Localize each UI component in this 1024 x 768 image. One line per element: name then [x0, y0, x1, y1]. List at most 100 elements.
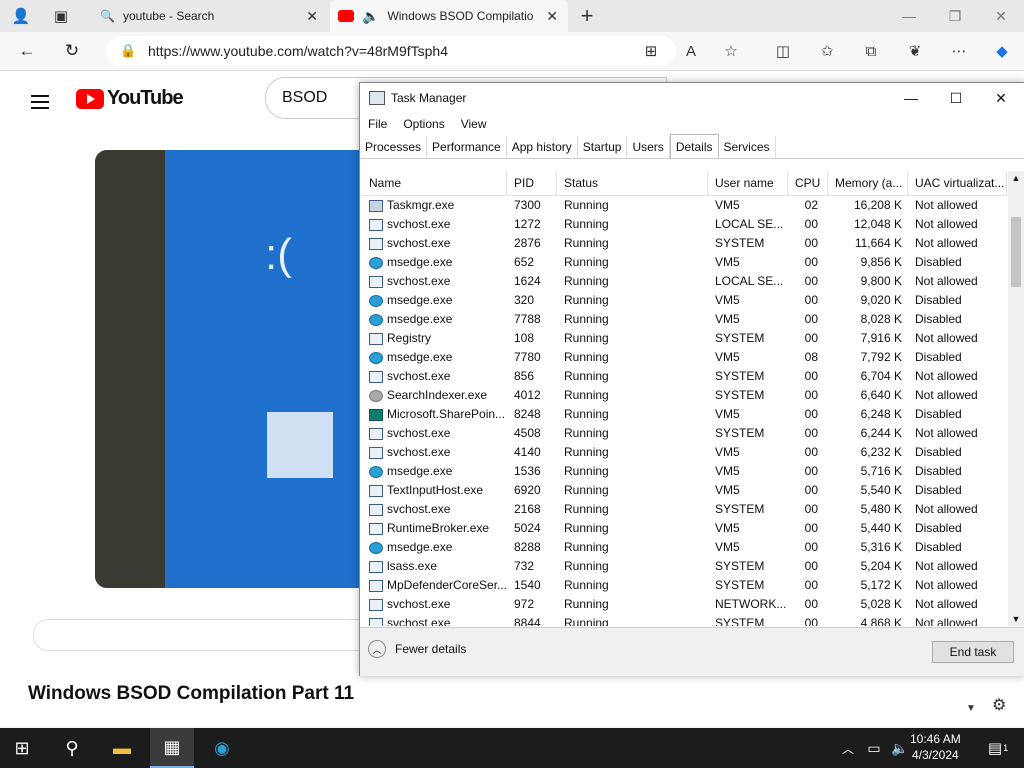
- cell-name: msedge.exe: [362, 291, 507, 310]
- close-window-icon[interactable]: ✕: [978, 0, 1024, 32]
- table-row[interactable]: msedge.exe 8288 Running VM5 00 5,316 K Disable…: [362, 538, 1007, 557]
- close-tab-icon[interactable]: ✕: [306, 8, 318, 25]
- bsod-qr-code-icon: [267, 412, 333, 478]
- settings-gear-icon[interactable]: ⚙: [992, 695, 1006, 715]
- column-header-status[interactable]: Status: [557, 171, 708, 195]
- tab-actions-icon[interactable]: ▣: [44, 0, 78, 35]
- restore-icon[interactable]: ❐: [932, 0, 978, 32]
- cell-pid: 8248: [514, 407, 541, 421]
- table-row[interactable]: svchost.exe 8844 Running SYSTEM 00 4,868 K Not…: [362, 614, 1007, 626]
- windows-process-icon: [369, 427, 383, 440]
- refresh-icon[interactable]: ↻: [55, 32, 89, 70]
- collections-icon[interactable]: ⧉: [854, 32, 888, 70]
- tab-youtube-search[interactable]: 🔍 youtube - Search ✕: [88, 0, 328, 32]
- table-row[interactable]: svchost.exe 4508 Running SYSTEM 00 6,244 K Not…: [362, 424, 1007, 443]
- speaker-icon[interactable]: 🔈: [362, 8, 379, 25]
- tab-performance[interactable]: Performance: [427, 136, 507, 158]
- new-tab-icon[interactable]: +: [570, 0, 604, 35]
- scroll-down-icon[interactable]: ▼: [1008, 614, 1024, 624]
- column-header-uac[interactable]: UAC virtualizat...: [908, 171, 1007, 195]
- close-tab-icon[interactable]: ✕: [546, 8, 558, 25]
- table-row[interactable]: msedge.exe 652 Running VM5 00 9,856 K Disabled: [362, 253, 1007, 272]
- search-icon[interactable]: ⚲: [50, 728, 94, 768]
- table-row[interactable]: RuntimeBroker.exe 5024 Running VM5 00 5,440 K…: [362, 519, 1007, 538]
- copilot-icon[interactable]: ◆: [985, 32, 1019, 70]
- column-header-cpu[interactable]: CPU: [788, 171, 828, 195]
- table-row[interactable]: msedge.exe 1536 Running VM5 00 5,716 K Disable…: [362, 462, 1007, 481]
- table-row[interactable]: svchost.exe 1272 Running LOCAL SE... 00 12,04…: [362, 215, 1007, 234]
- menu-view[interactable]: View: [453, 113, 495, 135]
- table-row[interactable]: msedge.exe 7788 Running VM5 00 8,028 K Disable…: [362, 310, 1007, 329]
- cell-user: LOCAL SE...: [715, 217, 784, 231]
- table-row[interactable]: Registry 108 Running SYSTEM 00 7,916 K Not all…: [362, 329, 1007, 348]
- task-manager-taskbar-icon[interactable]: ▦: [150, 728, 194, 768]
- table-row[interactable]: svchost.exe 1624 Running LOCAL SE... 00 9,800…: [362, 272, 1007, 291]
- column-header-pid[interactable]: PID: [507, 171, 557, 195]
- start-windows-icon[interactable]: ⊞: [0, 728, 44, 768]
- youtube-logo[interactable]: YouTube: [76, 87, 184, 110]
- menu-icon[interactable]: [31, 91, 49, 113]
- cell-status: Running: [564, 198, 609, 212]
- column-header-memory[interactable]: Memory (a...: [828, 171, 908, 195]
- table-row[interactable]: SearchIndexer.exe 4012 Running SYSTEM 00 6,64…: [362, 386, 1007, 405]
- table-row[interactable]: msedge.exe 320 Running VM5 00 9,020 K Disabled: [362, 291, 1007, 310]
- table-row[interactable]: svchost.exe 2168 Running SYSTEM 00 5,480 K Not…: [362, 500, 1007, 519]
- indexer-process-icon: [369, 389, 383, 402]
- task-manager-titlebar[interactable]: Task Manager — ☐ ✕: [360, 83, 1024, 113]
- cell-name: SearchIndexer.exe: [362, 386, 507, 405]
- address-bar[interactable]: 🔒 https://www.youtube.com/watch?v=48rM9f…: [106, 36, 676, 66]
- table-row[interactable]: MpDefenderCoreSer... 1540 Running SYSTEM 00 5…: [362, 576, 1007, 595]
- profile-avatar-icon[interactable]: 👤: [4, 0, 38, 35]
- file-explorer-icon[interactable]: ▬: [100, 728, 144, 768]
- edge-browser-icon[interactable]: ◉: [200, 728, 244, 768]
- split-screen-icon[interactable]: ◫: [766, 32, 800, 70]
- tab-processes[interactable]: Processes: [360, 136, 428, 158]
- table-row[interactable]: lsass.exe 732 Running SYSTEM 00 5,204 K Not al…: [362, 557, 1007, 576]
- scroll-down-icon[interactable]: ▼: [966, 703, 976, 714]
- notification-center-icon[interactable]: ▤ 1: [976, 728, 1020, 768]
- cell-uac: Disabled: [915, 255, 962, 269]
- video-player[interactable]: :(: [95, 150, 365, 588]
- app-available-icon[interactable]: ⊞: [634, 32, 668, 70]
- tab-startup[interactable]: Startup: [578, 136, 628, 158]
- scrollbar-thumb[interactable]: [1011, 217, 1021, 287]
- process-name: svchost.exe: [387, 274, 451, 288]
- favorite-star-icon[interactable]: ☆: [714, 32, 748, 70]
- tab-app-history[interactable]: App history: [507, 136, 578, 158]
- more-menu-icon[interactable]: ⋯: [942, 32, 976, 70]
- table-row[interactable]: Microsoft.SharePoin... 8248 Running VM5 00 6,…: [362, 405, 1007, 424]
- minimize-icon[interactable]: —: [888, 83, 934, 113]
- cell-user: VM5: [715, 464, 740, 478]
- performance-icon[interactable]: ❦: [898, 32, 932, 70]
- menu-options[interactable]: Options: [395, 113, 452, 135]
- column-header-name[interactable]: Name: [362, 171, 507, 195]
- table-row[interactable]: svchost.exe 972 Running NETWORK... 00 5,028 K…: [362, 595, 1007, 614]
- favorites-icon[interactable]: ✩: [810, 32, 844, 70]
- menu-file[interactable]: File: [360, 113, 395, 135]
- tab-users[interactable]: Users: [627, 136, 670, 158]
- back-arrow-icon[interactable]: ←: [10, 32, 44, 70]
- tab-bsod-video[interactable]: 🔈 Windows BSOD Compilatio ✕: [330, 0, 568, 32]
- end-task-button[interactable]: End task: [932, 641, 1014, 663]
- cell-pid: 4140: [514, 445, 541, 459]
- cell-uac: Not allowed: [915, 236, 978, 250]
- tab-services[interactable]: Services: [719, 136, 776, 158]
- table-row[interactable]: svchost.exe 2876 Running SYSTEM 00 11,664 K No…: [362, 234, 1007, 253]
- comment-box[interactable]: [33, 619, 395, 651]
- fewer-details-button[interactable]: ︿ Fewer details: [368, 640, 466, 658]
- vertical-scrollbar[interactable]: ▲ ▼: [1008, 171, 1024, 626]
- minimize-icon[interactable]: —: [886, 0, 932, 32]
- close-icon[interactable]: ✕: [978, 83, 1024, 113]
- table-row[interactable]: msedge.exe 7780 Running VM5 08 7,792 K Disable…: [362, 348, 1007, 367]
- table-row[interactable]: svchost.exe 856 Running SYSTEM 00 6,704 K Not …: [362, 367, 1007, 386]
- table-row[interactable]: Taskmgr.exe 7300 Running VM5 02 16,208 K Not a…: [362, 196, 1007, 215]
- table-row[interactable]: TextInputHost.exe 6920 Running VM5 00 5,540 K…: [362, 481, 1007, 500]
- table-row[interactable]: svchost.exe 4140 Running VM5 00 6,232 K Disabl…: [362, 443, 1007, 462]
- tab-details[interactable]: Details: [669, 134, 719, 158]
- maximize-icon[interactable]: ☐: [933, 83, 979, 113]
- cell-cpu: 00: [804, 293, 818, 307]
- scroll-up-icon[interactable]: ▲: [1008, 173, 1024, 183]
- read-aloud-icon[interactable]: A: [674, 32, 708, 70]
- system-clock[interactable]: 10:46 AM 4/3/2024: [910, 731, 961, 763]
- column-header-user[interactable]: User name: [708, 171, 788, 195]
